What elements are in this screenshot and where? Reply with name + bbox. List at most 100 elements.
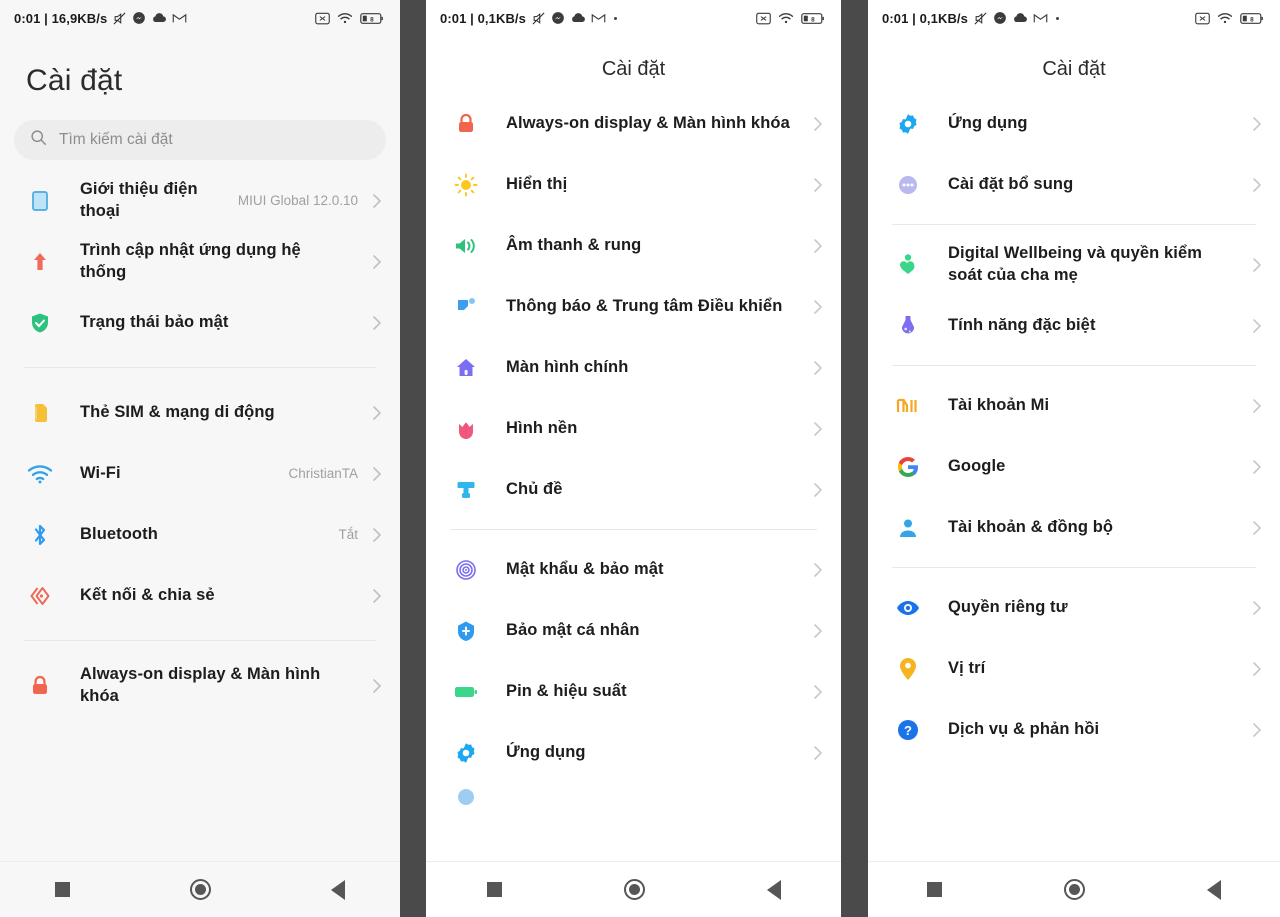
- navigation-bar-1[interactable]: [0, 861, 400, 917]
- mute-icon: [973, 11, 988, 26]
- help-feedback-icon: ?: [868, 718, 948, 742]
- home-circle-icon[interactable]: [1064, 879, 1085, 900]
- chevron-right-icon: [368, 588, 386, 604]
- chevron-right-icon: [809, 238, 827, 254]
- back-triangle-icon[interactable]: [1207, 879, 1221, 900]
- list-item[interactable]: Âm thanh & rung: [426, 215, 841, 276]
- themes-icon: [426, 478, 506, 502]
- list-item-label: Giới thiệu điện thoại: [80, 179, 198, 220]
- list-item[interactable]: Digital Wellbeing và quyền kiểm soát của…: [868, 234, 1280, 295]
- svg-text:?: ?: [904, 723, 912, 738]
- chevron-right-icon: [809, 421, 827, 437]
- list-item[interactable]: Tính năng đặc biệt: [868, 295, 1280, 356]
- accounts-sync-icon: [868, 516, 948, 540]
- chevron-right-icon: [1248, 257, 1266, 273]
- navigation-bar-2[interactable]: [426, 861, 841, 917]
- list-item-label: Ứng dụng: [948, 113, 1028, 132]
- list-item[interactable]: Chủ đề: [426, 459, 841, 520]
- gmail-icon: [591, 12, 606, 24]
- chevron-right-icon: [368, 193, 386, 209]
- apps-gear-icon: [426, 741, 506, 765]
- navigation-bar-3[interactable]: [868, 861, 1280, 917]
- list-item-label: Cài đặt bổ sung: [948, 174, 1074, 193]
- status-bar-2: 0:01 | 0,1KB/s 8: [426, 0, 841, 36]
- list-item-label: Trạng thái bảo mật: [80, 312, 229, 331]
- section-divider: [892, 365, 1256, 366]
- list-item[interactable]: Màn hình chính: [426, 337, 841, 398]
- brightness-sun-icon: [426, 173, 506, 197]
- chevron-right-icon: [809, 299, 827, 315]
- connection-share-icon: [0, 584, 80, 608]
- list-item[interactable]: Cài đặt bổ sung: [868, 154, 1280, 215]
- home-circle-icon[interactable]: [623, 879, 645, 900]
- list-item-value: ChristianTA: [288, 466, 358, 481]
- list-item[interactable]: Bảo mật cá nhân: [426, 600, 841, 661]
- list-item[interactable]: Wi-Fi ChristianTA: [0, 443, 400, 504]
- list-item[interactable]: Kết nối & chia sẻ: [0, 565, 400, 626]
- list-item[interactable]: Tài khoản Mi: [868, 375, 1280, 436]
- list-item[interactable]: Tài khoản & đồng bộ: [868, 497, 1280, 558]
- list-item-label: Kết nối & chia sẻ: [80, 585, 215, 604]
- chevron-right-icon: [809, 177, 827, 193]
- back-triangle-icon[interactable]: [331, 879, 345, 900]
- settings-list-1[interactable]: Giới thiệu điện thoại MIUI Global 12.0.1…: [0, 160, 400, 861]
- search-input[interactable]: Tìm kiếm cài đặt: [14, 120, 386, 160]
- list-item-label: Always-on display & Màn hình khóa: [506, 113, 790, 132]
- settings-screen-1: 0:01 | 16,9KB/s 8 Cài đặt Tìm kiếm cài đ…: [0, 0, 400, 917]
- cast-off-icon: [1195, 12, 1210, 25]
- list-item[interactable]: Mật khẩu & bảo mật: [426, 539, 841, 600]
- list-item[interactable]: Quyền riêng tư: [868, 577, 1280, 638]
- search-icon: [30, 129, 47, 151]
- chevron-right-icon: [1248, 722, 1266, 738]
- list-item[interactable]: Giới thiệu điện thoại MIUI Global 12.0.1…: [0, 170, 400, 231]
- home-circle-icon[interactable]: [190, 879, 211, 900]
- cast-off-icon: [315, 12, 330, 25]
- list-item[interactable]: Trình cập nhật ứng dụng hệ thống: [0, 231, 400, 292]
- list-item[interactable]: Ứng dụng: [868, 93, 1280, 154]
- chevron-right-icon: [368, 527, 386, 543]
- status-time-netspeed: 0:01 | 0,1KB/s: [440, 10, 526, 26]
- section-divider: [892, 567, 1256, 568]
- list-item[interactable]: Always-on display & Màn hình khóa: [0, 655, 400, 716]
- list-item[interactable]: Thông báo & Trung tâm Điều khiển: [426, 276, 841, 337]
- list-item[interactable]: Hiển thị: [426, 154, 841, 215]
- sound-speaker-icon: [426, 234, 506, 258]
- list-item[interactable]: Trạng thái bảo mật: [0, 292, 400, 353]
- settings-list-3[interactable]: Ứng dụng Cài đặt bổ sung Digital Wellbei…: [868, 93, 1280, 861]
- settings-list-2[interactable]: Always-on display & Màn hình khóa Hiển t…: [426, 93, 841, 861]
- mute-icon: [531, 11, 546, 26]
- notification-icon: [426, 295, 506, 319]
- list-item-label: Trình cập nhật ứng dụng hệ thống: [80, 240, 301, 281]
- list-item-label: Tính năng đặc biệt: [948, 315, 1096, 334]
- list-item-label: Thẻ SIM & mạng di động: [80, 402, 275, 421]
- list-item[interactable]: Always-on display & Màn hình khóa: [426, 93, 841, 154]
- list-item-label: Bluetooth: [80, 524, 158, 543]
- list-item-partial[interactable]: [426, 783, 841, 809]
- wifi-icon: [0, 463, 80, 485]
- list-item[interactable]: Ứng dụng: [426, 722, 841, 783]
- status-time-netspeed: 0:01 | 16,9KB/s: [14, 10, 108, 26]
- recents-square-icon[interactable]: [927, 882, 942, 897]
- list-item-label: Wi-Fi: [80, 463, 121, 482]
- back-triangle-icon[interactable]: [766, 879, 781, 900]
- list-item[interactable]: ? Dịch vụ & phản hồi: [868, 699, 1280, 760]
- list-item[interactable]: Vị trí: [868, 638, 1280, 699]
- lock-icon: [426, 112, 506, 136]
- list-item[interactable]: Pin & hiệu suất: [426, 661, 841, 722]
- lock-icon: [0, 674, 80, 698]
- recents-square-icon[interactable]: [486, 882, 502, 897]
- special-features-icon: [868, 313, 948, 339]
- recents-square-icon[interactable]: [55, 882, 70, 897]
- bluetooth-icon: [0, 523, 80, 547]
- list-item[interactable]: Bluetooth Tắt: [0, 504, 400, 565]
- list-item-label: Tài khoản Mi: [948, 395, 1050, 414]
- system-update-arrow-icon: [0, 250, 80, 274]
- list-item[interactable]: Hình nền: [426, 398, 841, 459]
- page-title-2: Cài đặt: [601, 58, 666, 80]
- cast-off-icon: [756, 12, 771, 25]
- list-item-label: Dịch vụ & phản hồi: [948, 719, 1100, 738]
- list-item[interactable]: Google: [868, 436, 1280, 497]
- chevron-right-icon: [1248, 661, 1266, 677]
- list-item[interactable]: Thẻ SIM & mạng di động: [0, 382, 400, 443]
- list-item-label: Âm thanh & rung: [506, 235, 642, 254]
